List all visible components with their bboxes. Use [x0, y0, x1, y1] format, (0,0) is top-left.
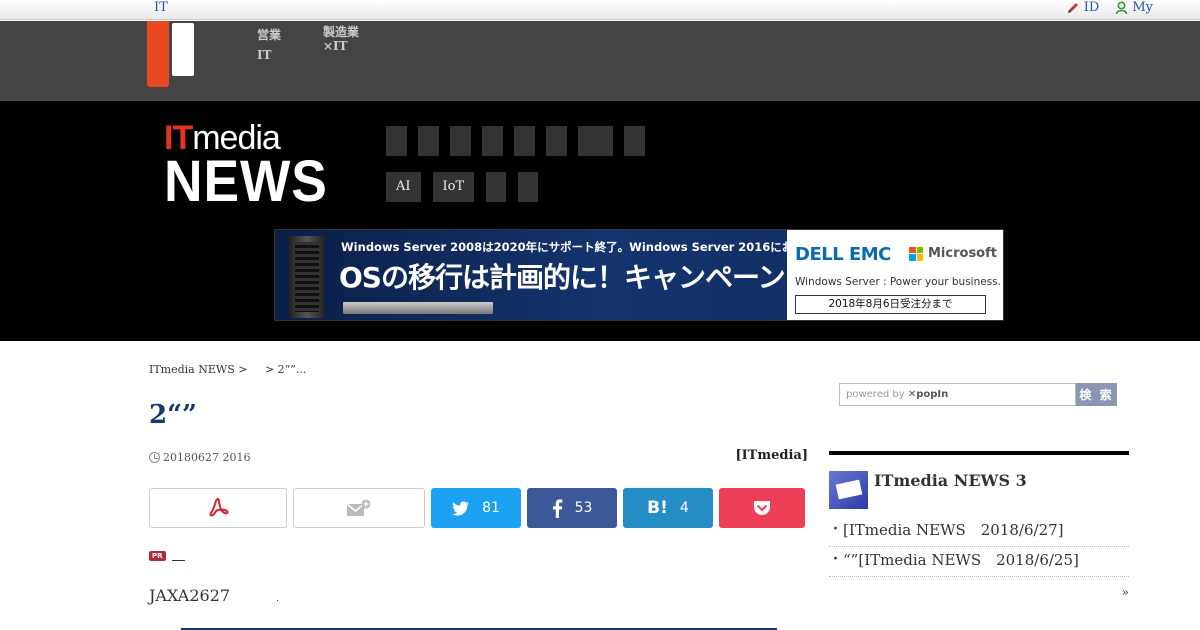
- category-tab-ai[interactable]: AI: [386, 172, 421, 202]
- itmedia-logo-bar[interactable]: [147, 21, 169, 87]
- category-tab[interactable]: [386, 126, 407, 156]
- news-header: ITmedia NEWS AI IoT Windows Server 2008は…: [0, 101, 1200, 341]
- id-link[interactable]: ID: [1066, 0, 1100, 15]
- pencil-icon: [1067, 2, 1078, 13]
- envelope-icon: [829, 471, 868, 509]
- dell-emc-logo: DELL EMC: [795, 244, 891, 265]
- search-input[interactable]: powered by ✕popIn: [839, 383, 1076, 406]
- twitter-share-count: 81: [482, 500, 500, 516]
- breadcrumb-home[interactable]: ITmedia NEWS >: [149, 363, 247, 376]
- top-utility-bar: IT ID My: [0, 0, 1200, 20]
- pdf-icon: [209, 497, 229, 517]
- article-lead-text: JAXA2627: [149, 586, 231, 605]
- twitter-icon: [452, 501, 470, 515]
- rack-server-image: [343, 302, 493, 314]
- category-tab-iot[interactable]: IoT: [432, 172, 475, 202]
- ad-banner[interactable]: Windows Server 2008は2020年にサポート終了。Windows…: [274, 229, 1004, 321]
- twitter-share-button[interactable]: 81: [431, 488, 521, 528]
- header-nav-manufacturing-line1: 製造業: [323, 25, 360, 39]
- banner-tagline: Windows Server : Power your business.: [795, 276, 1001, 288]
- category-tab[interactable]: [578, 126, 613, 156]
- article-lead-dot: .: [276, 594, 279, 604]
- pdf-button[interactable]: [149, 488, 287, 528]
- category-nav-row1: [386, 126, 645, 156]
- category-tab[interactable]: [418, 126, 439, 156]
- sidebar-title: ITmedia NEWS 3: [874, 471, 1027, 490]
- header-nav-sales-line1: 営業: [257, 28, 282, 42]
- category-tab[interactable]: [486, 172, 507, 202]
- category-tab[interactable]: [514, 126, 535, 156]
- popin-logo: ✕popIn: [907, 389, 949, 400]
- banner-date: 2018年8月6日受注分まで: [795, 295, 986, 314]
- hatena-bookmark-button[interactable]: B! 4: [623, 488, 713, 528]
- site-search: powered by ✕popIn 検 索: [839, 383, 1117, 406]
- breadcrumb: ITmedia NEWS > > 2“”...: [149, 363, 320, 376]
- banner-subheadline: Windows Server 2008は2020年にサポート終了。Windows…: [341, 240, 863, 254]
- bookmark-add-button[interactable]: [293, 488, 425, 528]
- banner-sponsor-panel: DELL EMC Microsoft Windows Server : Powe…: [787, 230, 1003, 320]
- sidebar-list-item[interactable]: [ITmedia NEWS 2018/6/27]: [829, 517, 1129, 547]
- banner-headline: OSの移行は計画的に！キャンペーン: [339, 261, 786, 294]
- account-links: ID My: [1066, 0, 1200, 15]
- my-link[interactable]: My: [1115, 0, 1153, 15]
- category-tab[interactable]: [450, 126, 471, 156]
- itmedia-logo-block: [172, 23, 194, 76]
- search-button[interactable]: 検 索: [1076, 383, 1117, 406]
- sidebar-header: ITmedia NEWS 3: [829, 455, 1129, 509]
- breadcrumb-current: > 2“”...: [264, 363, 307, 376]
- header-nav-manufacturing[interactable]: 製造業 ×IT: [323, 25, 359, 53]
- category-tab[interactable]: [624, 126, 645, 156]
- header-nav-sales[interactable]: 営業 IT: [257, 25, 281, 65]
- id-link-label: ID: [1083, 0, 1100, 15]
- category-tab[interactable]: [546, 126, 567, 156]
- microsoft-logo-text: Microsoft: [928, 246, 997, 261]
- header-nav-manufacturing-line2: ×IT: [323, 39, 348, 53]
- category-tab[interactable]: [518, 172, 539, 202]
- category-tab[interactable]: [482, 126, 503, 156]
- clock-icon: [149, 452, 160, 463]
- facebook-share-count: 53: [574, 500, 593, 516]
- user-icon: [1116, 0, 1128, 14]
- mail-add-icon: [346, 499, 371, 516]
- article-meta: 20180627 2016: [149, 451, 250, 464]
- category-nav-row2: AI IoT: [386, 172, 539, 202]
- sidebar-list-item[interactable]: “”[ITmedia NEWS 2018/6/25]: [829, 547, 1129, 577]
- pr-link-underline: [171, 550, 185, 561]
- article-source: [ITmedia]: [735, 448, 808, 463]
- site-header: 営業 IT 製造業 ×IT: [0, 21, 1200, 101]
- hatena-bookmark-icon: B!: [647, 498, 668, 518]
- article-date: 20180627 2016: [163, 451, 251, 464]
- logo-news: NEWS: [164, 149, 328, 214]
- sidebar-news-box: ITmedia NEWS 3 [ITmedia NEWS 2018/6/27] …: [829, 451, 1129, 599]
- it-top-link[interactable]: IT: [154, 0, 168, 15]
- microsoft-logo: Microsoft: [909, 246, 997, 261]
- pocket-icon: [754, 501, 770, 515]
- article-lead: JAXA2627.: [149, 586, 279, 605]
- sidebar-list: [ITmedia NEWS 2018/6/27] “”[ITmedia NEWS…: [829, 517, 1129, 577]
- microsoft-windows-icon: [909, 246, 923, 261]
- server-image: [289, 236, 325, 318]
- popin-brand: popIn: [916, 389, 949, 400]
- my-link-label: My: [1132, 0, 1153, 15]
- facebook-share-button[interactable]: 53: [527, 488, 617, 528]
- hatena-bookmark-count: 4: [679, 500, 689, 516]
- share-bar: 81 53 B! 4: [149, 488, 805, 528]
- itmedia-news-logo[interactable]: ITmedia NEWS: [164, 121, 328, 214]
- header-nav-sales-line2: IT: [257, 48, 272, 62]
- pocket-button[interactable]: [719, 488, 805, 528]
- pr-badge: PR: [149, 551, 166, 561]
- sidebar-more-link[interactable]: »: [829, 585, 1129, 599]
- article-title: 2“”: [149, 400, 198, 430]
- pr-link[interactable]: PR: [149, 550, 185, 561]
- search-powered-by: powered by: [846, 389, 905, 400]
- facebook-icon: [552, 498, 562, 518]
